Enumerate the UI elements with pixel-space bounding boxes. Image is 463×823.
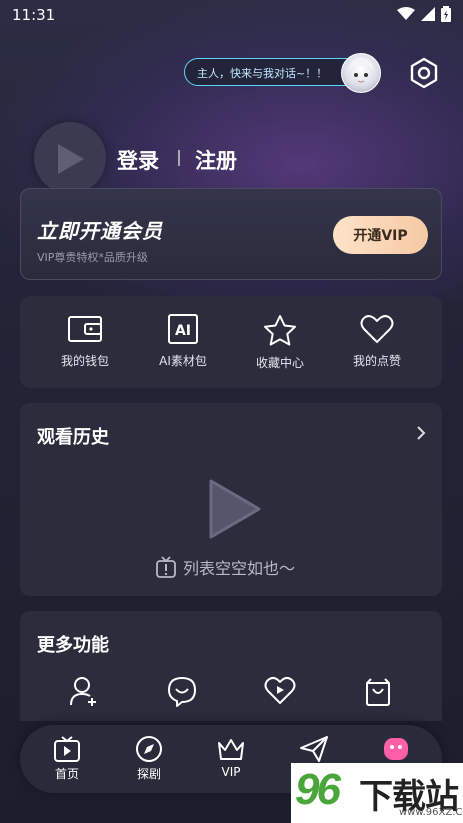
more-features-card: 更多功能	[20, 611, 442, 721]
ai-materials-button[interactable]: AI AI素材包	[143, 314, 223, 369]
settings-button[interactable]	[405, 54, 443, 92]
tv-icon	[54, 736, 80, 762]
heart-icon	[360, 315, 394, 343]
empty-play-icon	[209, 479, 261, 539]
bag-icon[interactable]	[363, 675, 393, 707]
tab-vip[interactable]: VIP	[201, 735, 261, 779]
add-user-icon[interactable]	[69, 675, 99, 707]
history-empty-text: 列表空空如也～	[183, 559, 296, 578]
chevron-right-icon[interactable]	[416, 425, 426, 441]
vip-banner-subtitle: VIP尊贵特权*品质升级	[37, 251, 148, 264]
history-title: 观看历史	[37, 427, 109, 448]
star-icon	[264, 315, 296, 346]
vip-banner[interactable]: 立即开通会员 VIP尊贵特权*品质升级 开通VIP	[20, 188, 442, 280]
wallet-icon	[68, 316, 102, 342]
watermark-url: www.96XZ.COM	[399, 807, 463, 818]
tab-vip-label: VIP	[221, 765, 241, 779]
login-link[interactable]: 登录	[117, 145, 159, 175]
compass-icon	[136, 736, 162, 762]
svg-text:AI: AI	[175, 323, 191, 339]
mascot-icon	[384, 738, 408, 760]
wifi-icon	[397, 7, 415, 20]
smile-icon[interactable]	[167, 675, 197, 707]
ai-character-avatar[interactable]	[341, 53, 381, 93]
tab-home[interactable]: 首页	[37, 735, 97, 782]
heart-play-icon[interactable]	[264, 675, 296, 705]
register-link[interactable]: 注册	[195, 145, 237, 175]
favorites-label: 收藏中心	[255, 356, 304, 370]
send-icon	[300, 736, 328, 762]
watermark-number: 96	[295, 765, 341, 814]
play-icon	[58, 144, 84, 174]
likes-label: 我的点赞	[352, 354, 401, 368]
tab-explore-label: 探剧	[136, 767, 161, 781]
tab-send[interactable]	[284, 735, 344, 765]
watch-history-card: 观看历史 列表空空如也～	[20, 403, 442, 596]
chat-prompt-text: 主人，快来与我对话~！！	[197, 67, 328, 80]
crown-icon	[218, 739, 244, 760]
status-icons	[397, 6, 451, 22]
more-features-title: 更多功能	[37, 635, 109, 656]
likes-button[interactable]: 我的点赞	[337, 314, 417, 369]
user-avatar[interactable]	[34, 122, 106, 194]
ai-chat-prompt[interactable]: 主人，快来与我对话~！！	[184, 53, 381, 93]
battery-icon	[441, 6, 451, 22]
status-bar: 11:31	[0, 0, 463, 30]
status-time: 11:31	[12, 6, 56, 24]
character-face-icon	[348, 58, 374, 83]
tab-home-label: 首页	[54, 767, 79, 781]
tab-explore[interactable]: 探剧	[119, 735, 179, 782]
history-empty-state: 列表空空如也～	[155, 555, 295, 579]
vip-banner-title: 立即开通会员	[37, 219, 163, 243]
wallet-button[interactable]: 我的钱包	[45, 314, 125, 369]
quick-actions-card: 我的钱包 AI AI素材包 收藏中心 我的点赞	[20, 296, 442, 388]
favorites-button[interactable]: 收藏中心	[240, 314, 320, 371]
tv-alert-icon	[156, 556, 176, 578]
site-watermark: 96 下载站 www.96XZ.COM	[291, 763, 463, 823]
ai-materials-label: AI素材包	[159, 354, 207, 368]
wallet-label: 我的钱包	[60, 354, 109, 368]
signal-icon	[421, 7, 435, 21]
tab-mascot[interactable]	[366, 735, 426, 765]
settings-icon	[410, 57, 438, 89]
login-register-divider	[178, 150, 180, 166]
ai-icon: AI	[168, 314, 198, 344]
activate-vip-button[interactable]: 开通VIP	[333, 216, 428, 254]
